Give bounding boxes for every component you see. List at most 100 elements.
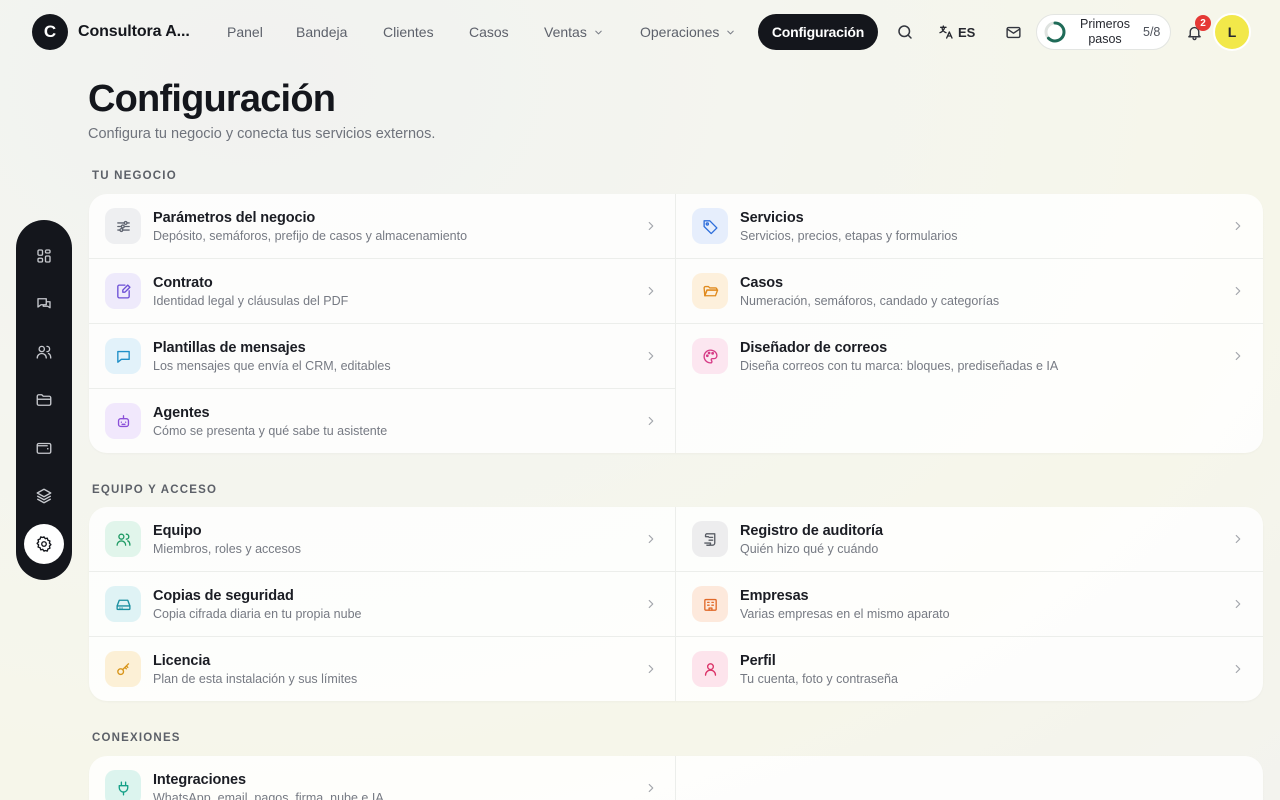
chevron-right-icon [1231, 284, 1245, 298]
settings-item-title: Servicios [740, 210, 804, 226]
layers-icon [35, 487, 53, 505]
settings-item-description: Copia cifrada diaria en tu propia nube [153, 607, 362, 621]
settings-item-title: Copias de seguridad [153, 588, 294, 604]
nav-casos[interactable]: Casos [469, 14, 509, 50]
chevron-right-icon [644, 414, 658, 428]
nav-label: Ventas [544, 24, 587, 40]
rail-item-settings[interactable] [24, 524, 64, 564]
chevron-down-icon [593, 27, 604, 38]
settings-item[interactable]: Licencia Plan de esta instalación y sus l… [89, 637, 676, 701]
settings-item-description: Cómo se presenta y qué sabe tu asistente [153, 424, 388, 438]
nav-label: Panel [227, 24, 263, 40]
bot-icon [105, 403, 141, 439]
message-icon [105, 338, 141, 374]
settings-item[interactable]: Agentes Cómo se presenta y qué sabe tu as… [89, 389, 676, 453]
nav-label: Clientes [383, 24, 434, 40]
settings-item-title: Agentes [153, 405, 210, 421]
chevron-right-icon [1231, 219, 1245, 233]
nav-label: Operaciones [640, 24, 720, 40]
settings-item-description: Depósito, semáforos, prefijo de casos y … [153, 229, 468, 243]
settings-item[interactable]: Copias de seguridad Copia cifrada diaria … [89, 572, 676, 637]
settings-item-description: Plan de esta instalación y sus límites [153, 672, 358, 686]
tag-icon [692, 208, 728, 244]
settings-item-title: Contrato [153, 275, 213, 291]
page-subtitle: Configura tu negocio y conecta tus servi… [88, 126, 436, 142]
section-title-conexiones: CONEXIONES [92, 732, 181, 744]
settings-item-title: Casos [740, 275, 784, 291]
nav-ventas[interactable]: Ventas [544, 14, 604, 50]
avatar[interactable]: L [1213, 13, 1251, 51]
chevron-right-icon [644, 219, 658, 233]
rail-item-chats[interactable] [24, 284, 64, 324]
language-switcher[interactable]: ES [938, 16, 975, 48]
settings-item-description: WhatsApp, email, pagos, firma, nube e IA [153, 791, 384, 800]
mail-icon[interactable] [997, 16, 1029, 48]
nav-operaciones[interactable]: Operaciones [640, 14, 736, 50]
onboarding-count: 5/8 [1143, 25, 1161, 39]
settings-card-equipo: Equipo Miembros, roles y accesos Registro … [89, 507, 1263, 701]
side-rail [16, 220, 72, 580]
search-icon[interactable] [889, 16, 921, 48]
rail-item-dashboard[interactable] [24, 236, 64, 276]
settings-item[interactable]: Equipo Miembros, roles y accesos [89, 507, 676, 572]
settings-item-title: Perfil [740, 653, 776, 669]
nav-clientes[interactable]: Clientes [383, 14, 434, 50]
brand-name: Consultora A... [78, 23, 190, 40]
wallet-icon [35, 439, 53, 457]
settings-item-description: Diseña correos con tu marca: bloques, pr… [740, 359, 1059, 373]
language-code: ES [958, 24, 976, 40]
onboarding-label: Primeros pasos [1079, 17, 1130, 46]
chevron-right-icon [644, 597, 658, 611]
settings-item-title: Equipo [153, 523, 202, 539]
section-title-negocio: TU NEGOCIO [92, 170, 177, 182]
notification-badge: 2 [1195, 15, 1211, 31]
settings-card-conexiones: Integraciones WhatsApp, email, pagos, fir… [89, 756, 1263, 800]
settings-item[interactable]: Contrato Identidad legal y cláusulas del … [89, 259, 676, 324]
chevron-right-icon [1231, 597, 1245, 611]
nav-label: Casos [469, 24, 509, 40]
palette-icon [692, 338, 728, 374]
team-icon [105, 521, 141, 557]
sliders-icon [105, 208, 141, 244]
settings-item-title: Parámetros del negocio [153, 210, 316, 226]
settings-item[interactable]: Plantillas de mensajes Los mensajes que e… [89, 324, 676, 389]
settings-item[interactable]: Integraciones WhatsApp, email, pagos, fir… [89, 756, 676, 800]
nav-configuracion[interactable]: Configuración [758, 14, 878, 50]
settings-item[interactable]: Perfil Tu cuenta, foto y contraseña [676, 637, 1263, 701]
gear-icon [35, 535, 53, 553]
hard-drive-icon [105, 586, 141, 622]
top-bar: C Consultora A... Panel Bandeja Clientes… [0, 0, 1280, 62]
settings-item-title: Plantillas de mensajes [153, 340, 306, 356]
settings-item-title: Licencia [153, 653, 211, 669]
brand[interactable]: C Consultora A... [32, 14, 190, 50]
rail-item-layers[interactable] [24, 476, 64, 516]
folder-icon [35, 391, 53, 409]
dashboard-grid-icon [35, 247, 53, 265]
nav-bandeja[interactable]: Bandeja [296, 14, 347, 50]
rail-item-cases[interactable] [24, 380, 64, 420]
chevron-right-icon [1231, 662, 1245, 676]
plug-icon [105, 770, 141, 800]
chevron-right-icon [644, 349, 658, 363]
user-icon [692, 651, 728, 687]
settings-item[interactable]: Parámetros del negocio Depósito, semáforo… [89, 194, 676, 259]
translate-icon [938, 24, 954, 40]
settings-item-title: Integraciones [153, 772, 246, 788]
settings-item[interactable]: Servicios Servicios, precios, etapas y fo… [676, 194, 1263, 259]
settings-item-description: Numeración, semáforos, candado y categor… [740, 294, 1000, 308]
onboarding-progress[interactable]: Primeros pasos 5/8 [1036, 14, 1171, 50]
settings-item-title: Empresas [740, 588, 809, 604]
rail-item-users[interactable] [24, 332, 64, 372]
settings-item-description: Tu cuenta, foto y contraseña [740, 672, 898, 686]
settings-item[interactable]: Casos Numeración, semáforos, candado y ca… [676, 259, 1263, 324]
nav-panel[interactable]: Panel [227, 14, 263, 50]
settings-item[interactable]: Diseñador de correos Diseña correos con t… [676, 324, 1263, 389]
chevron-down-icon [725, 27, 736, 38]
settings-item[interactable]: Empresas Varias empresas en el mismo apar… [676, 572, 1263, 637]
rail-item-wallet[interactable] [24, 428, 64, 468]
key-icon [105, 651, 141, 687]
settings-item-description: Quién hizo qué y cuándo [740, 542, 879, 556]
chevron-right-icon [1231, 532, 1245, 546]
settings-item[interactable]: Registro de auditoría Quién hizo qué y cu… [676, 507, 1263, 572]
settings-item-description: Varias empresas en el mismo aparato [740, 607, 950, 621]
